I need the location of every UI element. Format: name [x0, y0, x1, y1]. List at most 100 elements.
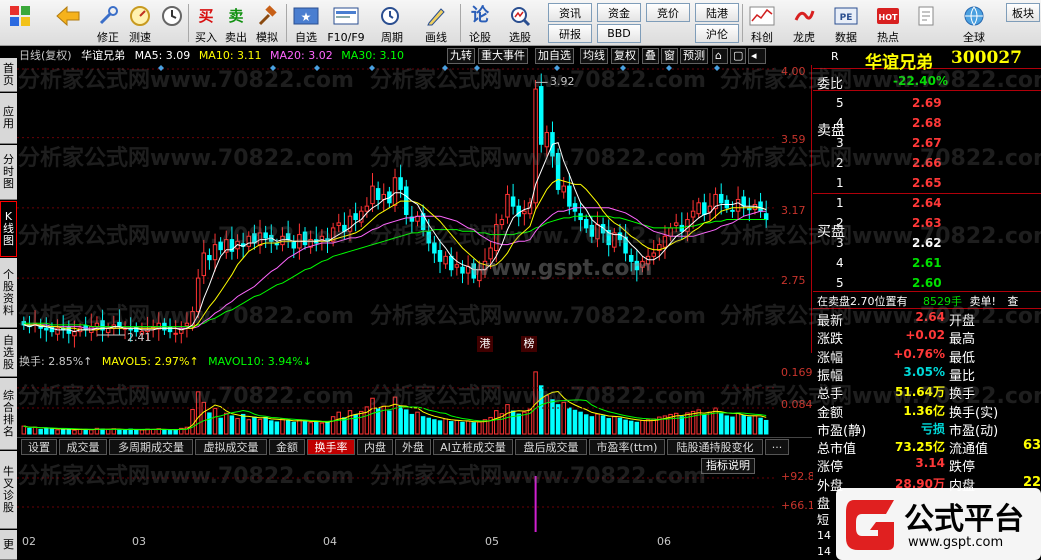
- volume-bar: [465, 420, 471, 435]
- sidebar-tab-kline[interactable]: K线图: [0, 201, 17, 257]
- pencil-icon: [423, 3, 449, 29]
- list-marker[interactable]: 榜: [521, 336, 537, 352]
- toolbar-back-button[interactable]: [52, 1, 84, 45]
- tab-ai-volume[interactable]: AI立桩成交量: [433, 439, 513, 455]
- volume-bar: [640, 419, 645, 435]
- toolbar-draw-button[interactable]: 画线: [420, 1, 452, 45]
- watermark: 分析家公式网www.70822.com: [720, 384, 1041, 409]
- watermark: 分析家公式网www.70822.com: [370, 464, 706, 489]
- candle-body: [443, 255, 448, 265]
- tab-multi-period-volume[interactable]: 多周期成交量: [109, 439, 193, 455]
- sell-level: 1: [836, 176, 844, 190]
- toolbar-buy-button[interactable]: 买 买入: [190, 1, 222, 45]
- volume-bar: [252, 416, 257, 435]
- volume-bar: [280, 418, 285, 435]
- indicator-help-button[interactable]: 指标说明: [701, 458, 755, 474]
- volume-bar: [240, 413, 246, 435]
- tab-amount[interactable]: 金额: [269, 439, 305, 455]
- watermark: 分析家公式网www.70822.com: [18, 464, 354, 489]
- tab-hk-connect[interactable]: 陆股通持股变化: [667, 439, 763, 455]
- y-tick-label: 3.17: [781, 204, 806, 217]
- bbd-button[interactable]: BBD: [597, 24, 641, 43]
- volume-bar: [617, 417, 623, 435]
- volume-bar: [409, 413, 415, 435]
- volume-bar: [89, 429, 94, 435]
- tab-turnover[interactable]: 换手率: [307, 439, 355, 455]
- stat-label-2: 跌停: [949, 460, 976, 476]
- candle-body: [173, 332, 178, 335]
- watermark: 分析家公式网www.70822.com: [370, 224, 706, 249]
- volume-bar: [173, 428, 178, 435]
- watermark: 分析家公式网www.70822.com: [18, 68, 354, 93]
- toolbar-dragon-button[interactable]: 龙虎: [788, 1, 820, 45]
- sidebar-tab-apps[interactable]: 应用: [0, 93, 17, 144]
- indicator-tab-bar: 设置 成交量 多周期成交量 虚拟成交量 金额 换手率 内盘 外盘 AI立桩成交量…: [17, 437, 812, 455]
- volume-bar: [60, 428, 66, 435]
- toolbar-windows-button[interactable]: [4, 1, 36, 45]
- auction-button[interactable]: 竞价: [646, 3, 690, 22]
- sidebar-tab-home[interactable]: 首页: [0, 58, 17, 92]
- tab-volume[interactable]: 成交量: [59, 439, 107, 455]
- toolbar-select-stock-button[interactable]: 选股: [504, 1, 536, 45]
- tab-virtual-volume[interactable]: 虚拟成交量: [195, 439, 267, 455]
- volume-bar: [510, 410, 516, 435]
- toolbar-data-button[interactable]: PE 数据: [830, 1, 862, 45]
- shlon-button[interactable]: 沪伦: [695, 24, 739, 43]
- candle-body: [747, 208, 752, 211]
- volume-bar: [516, 413, 521, 435]
- info-button[interactable]: 资讯: [548, 3, 592, 22]
- stat-value: 3.05%: [903, 364, 945, 379]
- tab-more[interactable]: ···: [765, 439, 789, 455]
- toolbar-clock-button[interactable]: [156, 1, 188, 45]
- toolbar-separator: [460, 4, 461, 42]
- sidebar-tab-diagnosis[interactable]: 牛叉诊股: [0, 451, 17, 529]
- volume-bar: [685, 412, 690, 435]
- volume-bar: [218, 417, 223, 435]
- candle-body: [522, 210, 527, 215]
- volume-bar: [606, 418, 611, 435]
- research-button[interactable]: 研报: [548, 24, 592, 43]
- toolbar-news-button[interactable]: [910, 1, 942, 45]
- volume-bar: [448, 421, 454, 435]
- toolbar-separator: [188, 4, 189, 42]
- discuss-icon: 论: [471, 5, 489, 26]
- toolbar-global-button[interactable]: 全球: [958, 1, 990, 45]
- tab-settings[interactable]: 设置: [21, 439, 57, 455]
- hk-marker[interactable]: 港: [477, 336, 493, 352]
- toolbar-discuss-button[interactable]: 论 论股: [464, 1, 496, 45]
- toolbar-sell-button[interactable]: 卖 卖出: [220, 1, 252, 45]
- tab-inner[interactable]: 内盘: [357, 439, 393, 455]
- sidebar-tab-timeshare[interactable]: 分时图: [0, 145, 17, 200]
- volume-bar: [426, 417, 431, 435]
- tab-after-hours-volume[interactable]: 盘后成交量: [515, 439, 587, 455]
- sidebar-tab-watchlist[interactable]: 自选股: [0, 329, 17, 377]
- divider: [813, 291, 1041, 292]
- volume-bar: [747, 416, 752, 435]
- volume-bar: [66, 428, 72, 435]
- sidebar-tab-ranking[interactable]: 综合排名: [0, 378, 17, 450]
- candle-body: [718, 193, 724, 204]
- tab-outer[interactable]: 外盘: [395, 439, 431, 455]
- toolbar-period-button[interactable]: 周期: [376, 1, 408, 45]
- tab-pe-ttm[interactable]: 市盈率(ttm): [589, 439, 665, 455]
- toolbar-sci-button[interactable]: 科创: [746, 1, 778, 45]
- sector-button[interactable]: 板块: [1006, 3, 1040, 22]
- g-logo-icon: [846, 500, 894, 550]
- candle-body: [741, 196, 746, 207]
- fund-button[interactable]: 资金: [597, 3, 641, 22]
- volume-bar: [38, 428, 43, 435]
- toolbar-simulate-button[interactable]: 模拟: [251, 1, 283, 45]
- toolbar-speed-button[interactable]: 测速: [124, 1, 156, 45]
- toolbar-f10-button[interactable]: F10/F9: [327, 1, 365, 45]
- candle-body: [567, 185, 572, 207]
- stat-value: 3.14: [915, 456, 945, 471]
- toolbar-hot-button[interactable]: HOT 热点: [872, 1, 904, 45]
- candle-body: [370, 185, 375, 205]
- volume-bar: [589, 416, 595, 435]
- toolbar-fix-button[interactable]: 修正: [92, 1, 124, 45]
- sidebar-tab-profile[interactable]: 个股资料: [0, 258, 17, 328]
- sidebar-tab-more[interactable]: 更: [0, 530, 17, 560]
- toolbar-watchlist-button[interactable]: ★ 自选: [290, 1, 322, 45]
- mavol5-label: MAVOL5: 2.97%↑: [101, 355, 199, 368]
- luhk-button[interactable]: 陆港: [695, 3, 739, 22]
